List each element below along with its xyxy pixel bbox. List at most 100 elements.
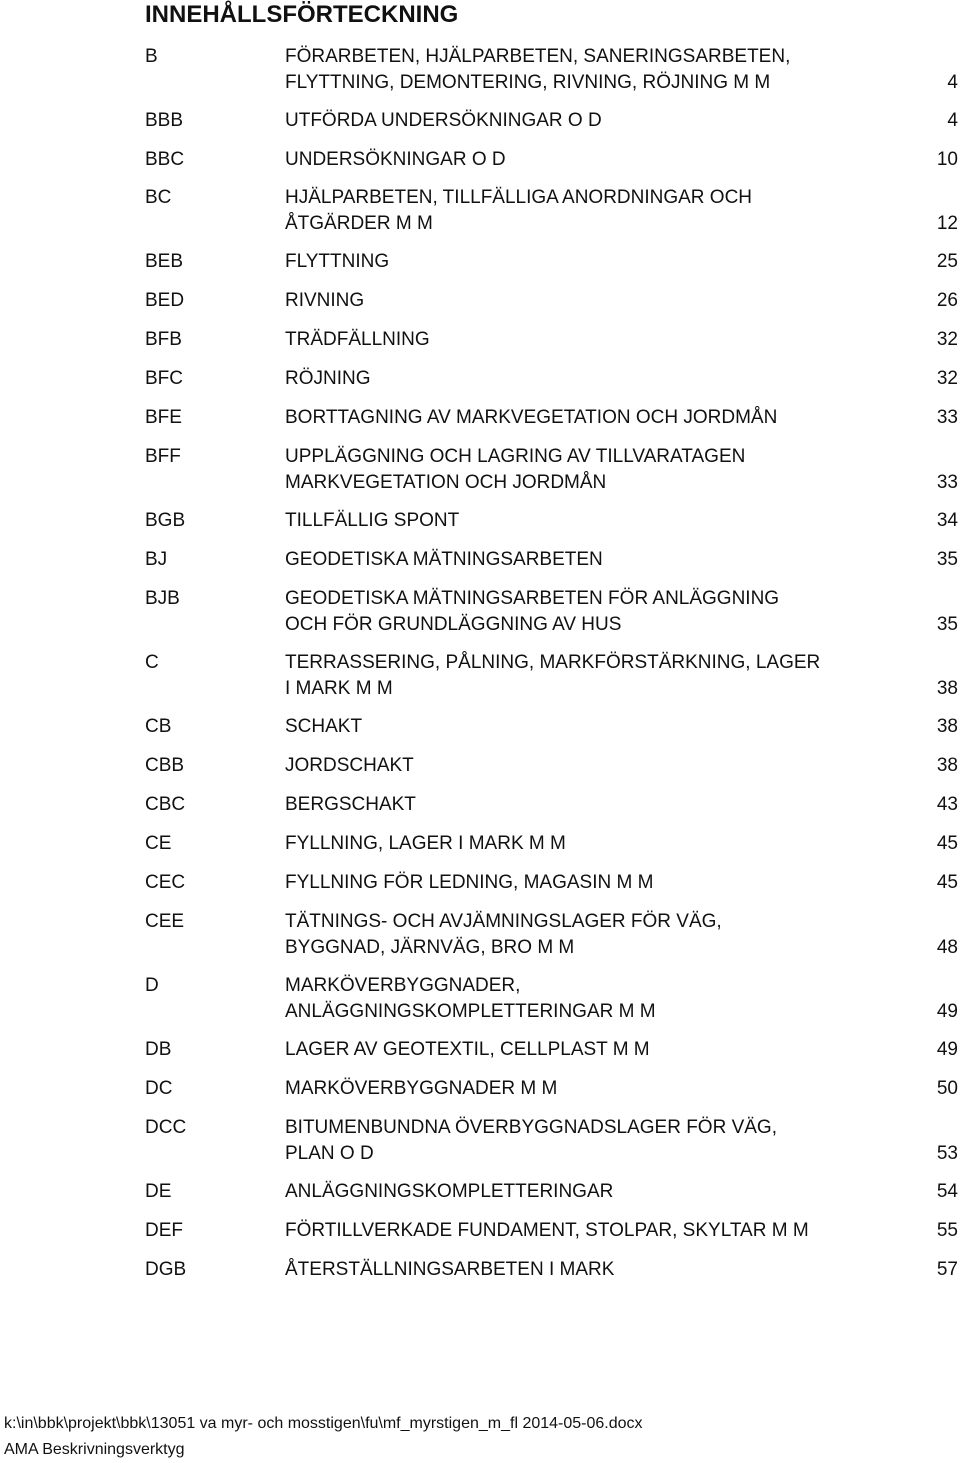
toc-entry: BEB FLYTTNING 25: [145, 249, 960, 275]
toc-entry: BBB UTFÖRDA UNDERSÖKNINGAR O D 4: [145, 108, 960, 134]
toc-entry-page-number: 45: [936, 872, 958, 893]
toc-entry-title: JORDSCHAKT: [285, 755, 414, 776]
toc-entry-code: BFF: [145, 446, 181, 467]
toc-entry: D MARKÖVERBYGGNADER, ANLÄGGNINGSKOMPLETTE…: [145, 973, 960, 1024]
toc-entry-title: ANLÄGGNINGSKOMPLETTERINGAR: [285, 1181, 614, 1202]
toc-entry-page-number: 38: [936, 677, 958, 699]
toc-entry-page-number: 33: [936, 407, 958, 428]
toc-entry-code: BED: [145, 290, 185, 311]
toc-entry: BFF UPPLÄGGNING OCH LAGRING AV TILLVARATA…: [145, 444, 960, 495]
toc-entry-page-number: 53: [936, 1142, 958, 1164]
toc-entry-code: CEC: [145, 872, 186, 893]
toc-entry-page-number: 49: [936, 1039, 958, 1060]
toc-entry: CB SCHAKT 38: [145, 714, 960, 740]
toc-entry-page-number: 32: [936, 368, 958, 389]
toc-entry: BJB GEODETISKA MÄTNINGSARBETEN FÖR ANLÄGG…: [145, 586, 960, 637]
toc-entry-page-number: 48: [936, 936, 958, 958]
toc-entry-title: UTFÖRDA UNDERSÖKNINGAR O D: [285, 110, 602, 131]
toc-entry-code: BEB: [145, 251, 184, 272]
toc-entry-code: CBC: [145, 794, 186, 815]
toc-entry-page-number: 43: [936, 794, 958, 815]
toc-entry-page-number: 34: [936, 510, 958, 531]
toc-entry: CE FYLLNING, LAGER I MARK M M 45: [145, 831, 960, 857]
toc-entry-title: TÄTNINGS- OCH AVJÄMNINGSLAGER FÖR VÄG, B…: [285, 911, 722, 958]
toc-entry: CBC BERGSCHAKT 43: [145, 792, 960, 818]
toc-entry: DEF FÖRTILLVERKADE FUNDAMENT, STOLPAR, SK…: [145, 1218, 960, 1244]
toc-entry-page-number: 10: [936, 149, 958, 170]
toc-entry-code: DE: [145, 1181, 172, 1202]
toc-entry: BGB TILLFÄLLIG SPONT 34: [145, 508, 960, 534]
toc-entry-title: FLYTTNING: [285, 251, 390, 272]
toc-entry-code: DCC: [145, 1117, 187, 1138]
toc-entry-page-number: 12: [936, 212, 958, 234]
toc-entry-page-number: 57: [936, 1259, 958, 1280]
toc-entry-code: DGB: [145, 1259, 187, 1280]
toc-entry-page-number: 35: [936, 549, 958, 570]
toc-entry-page-number: 38: [936, 755, 958, 776]
toc-entry: CBB JORDSCHAKT 38: [145, 753, 960, 779]
toc-entry-page-number: 25: [936, 251, 958, 272]
toc-entry-code: BFE: [145, 407, 182, 428]
toc-entry-title: TERRASSERING, PÅLNING, MARKFÖRSTÄRKNING,…: [285, 652, 821, 699]
footer-file-path: k:\in\bbk\projekt\bbk\13051 va myr- och …: [4, 1415, 643, 1432]
toc-entry-page-number: 35: [936, 613, 958, 635]
toc-entry: B FÖRARBETEN, HJÄLPARBETEN, SANERINGSARBE…: [145, 44, 960, 95]
toc-entry-code: C: [145, 652, 159, 673]
toc-entry-title: LAGER AV GEOTEXTIL, CELLPLAST M M: [285, 1039, 650, 1060]
toc-entry: CEE TÄTNINGS- OCH AVJÄMNINGSLAGER FÖR VÄG…: [145, 909, 960, 960]
toc-entry-title: HJÄLPARBETEN, TILLFÄLLIGA ANORDNINGAR OC…: [285, 187, 753, 234]
toc-entry-title: RÖJNING: [285, 368, 371, 389]
footer-tool-name: AMA Beskrivningsverktyg: [4, 1441, 185, 1458]
page-title: INNEHÅLLSFÖRTECKNING: [145, 1, 459, 28]
toc-entry: BBC UNDERSÖKNINGAR O D 10: [145, 147, 960, 173]
toc-entry-title: TRÄDFÄLLNING: [285, 329, 430, 350]
toc-entry-code: BFC: [145, 368, 183, 389]
toc-entry-page-number: 38: [936, 716, 958, 737]
toc-entry-page-number: 26: [936, 290, 958, 311]
toc-entry-code: CEE: [145, 911, 185, 932]
toc-entry-code: BBC: [145, 149, 185, 170]
toc-entry-page-number: 45: [936, 833, 958, 854]
toc-entry-code: BFB: [145, 329, 182, 350]
toc-entry-title: FÖRTILLVERKADE FUNDAMENT, STOLPAR, SKYLT…: [285, 1220, 809, 1241]
toc-entry-title: SCHAKT: [285, 716, 363, 737]
toc-entry: BFB TRÄDFÄLLNING 32: [145, 327, 960, 353]
toc-entry-page-number: 54: [936, 1181, 958, 1202]
toc-entry: BJ GEODETISKA MÄTNINGSARBETEN 35: [145, 547, 960, 573]
toc-entry-title: FYLLNING FÖR LEDNING, MAGASIN M M: [285, 872, 654, 893]
toc-entry-code: B: [145, 46, 158, 67]
toc-entry-page-number: 4: [947, 71, 958, 93]
toc-entry: DB LAGER AV GEOTEXTIL, CELLPLAST M M 49: [145, 1037, 960, 1063]
toc-entry-title: BORTTAGNING AV MARKVEGETATION OCH JORDMÅ…: [285, 407, 778, 428]
toc-entry: DC MARKÖVERBYGGNADER M M 50: [145, 1076, 960, 1102]
toc-entry-page-number: 55: [936, 1220, 958, 1241]
toc-entry-code: BBB: [145, 110, 184, 131]
toc-entry-title: UNDERSÖKNINGAR O D: [285, 149, 506, 170]
toc-entry-title: UPPLÄGGNING OCH LAGRING AV TILLVARATAGEN…: [285, 446, 746, 493]
toc-entry: BED RIVNING 26: [145, 288, 960, 314]
toc-entry-code: BJ: [145, 549, 168, 570]
toc-entry-title: RIVNING: [285, 290, 365, 311]
toc-entry: DGB ÅTERSTÄLLNINGSARBETEN I MARK 57: [145, 1257, 960, 1283]
toc-entry-title: BITUMENBUNDNA ÖVERBYGGNADSLAGER FÖR VÄG,…: [285, 1117, 777, 1164]
toc-entry-page-number: 49: [936, 1000, 958, 1022]
toc-entry-code: DB: [145, 1039, 172, 1060]
toc-entry-title: MARKÖVERBYGGNADER M M: [285, 1078, 558, 1099]
toc-entry: BFC RÖJNING 32: [145, 366, 960, 392]
toc-entry-title: GEODETISKA MÄTNINGSARBETEN: [285, 549, 603, 570]
toc-entry-title: ÅTERSTÄLLNINGSARBETEN I MARK: [285, 1259, 615, 1280]
toc-entry-page-number: 50: [936, 1078, 958, 1099]
toc-entry-title: GEODETISKA MÄTNINGSARBETEN FÖR ANLÄGGNIN…: [285, 588, 780, 635]
toc-entry-code: DC: [145, 1078, 173, 1099]
toc-entry-page-number: 32: [936, 329, 958, 350]
toc-entry: BC HJÄLPARBETEN, TILLFÄLLIGA ANORDNINGAR …: [145, 185, 960, 236]
toc-entry-code: CBB: [145, 755, 185, 776]
toc-entry: DE ANLÄGGNINGSKOMPLETTERINGAR 54: [145, 1179, 960, 1205]
toc-entry-page-number: 4: [947, 110, 958, 131]
toc-entry-code: BGB: [145, 510, 186, 531]
toc-entry-title: MARKÖVERBYGGNADER, ANLÄGGNINGSKOMPLETTER…: [285, 975, 656, 1022]
toc-entry-code: BJB: [145, 588, 180, 609]
toc-entry-page-number: 33: [936, 471, 958, 493]
toc-entry-title: FYLLNING, LAGER I MARK M M: [285, 833, 566, 854]
toc-entry-code: CB: [145, 716, 172, 737]
